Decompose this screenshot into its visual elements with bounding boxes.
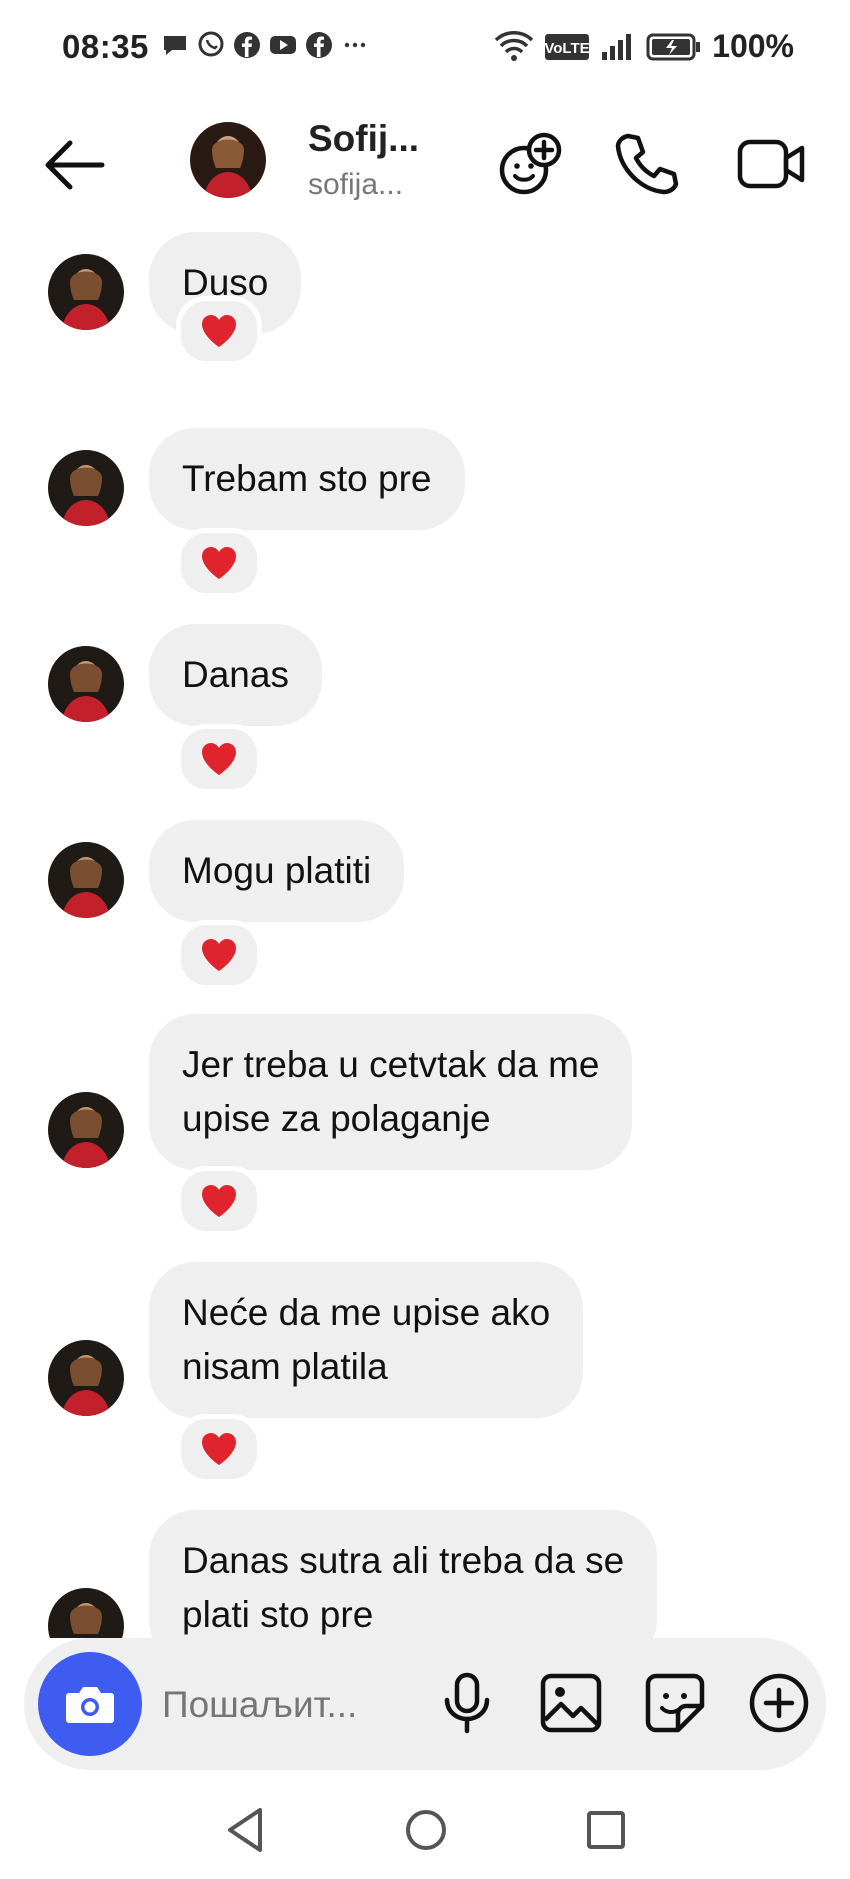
video-camera-icon[interactable] [736, 128, 808, 200]
recents-square-icon[interactable] [578, 1802, 634, 1858]
heart-icon [202, 547, 236, 579]
sender-avatar[interactable] [48, 646, 124, 722]
signal-icon [602, 33, 632, 60]
svg-text:VoLTE: VoLTE [545, 40, 590, 57]
heart-reaction[interactable] [176, 1414, 262, 1484]
message-list[interactable]: Duso Trebam sto pre Danas Mogu platiti J… [0, 232, 850, 1638]
plus-icon[interactable] [746, 1670, 812, 1736]
gallery-icon[interactable] [538, 1670, 604, 1736]
message-bubble[interactable]: Mogu platiti [149, 820, 405, 922]
system-nav-bar [0, 1790, 850, 1879]
heart-reaction[interactable] [176, 724, 262, 794]
message-bubble[interactable]: Jer treba u cetvtak da me upise za polag… [149, 1014, 633, 1170]
sender-avatar[interactable] [48, 1588, 124, 1638]
sender-avatar[interactable] [48, 450, 124, 526]
camera-button[interactable] [38, 1652, 142, 1756]
heart-icon [202, 1185, 236, 1217]
heart-icon [202, 939, 236, 971]
add-people-icon[interactable] [494, 128, 566, 200]
sender-avatar[interactable] [48, 1092, 124, 1168]
status-right: VoLTE 100% [494, 28, 794, 65]
home-circle-icon[interactable] [398, 1802, 454, 1858]
more-dots-icon [344, 42, 366, 48]
heart-reaction[interactable] [176, 296, 262, 366]
heart-reaction[interactable] [176, 1166, 262, 1236]
message-input[interactable] [160, 1678, 434, 1732]
sender-avatar[interactable] [48, 842, 124, 918]
phone-icon[interactable] [610, 128, 682, 200]
back-triangle-icon[interactable] [218, 1802, 274, 1858]
sticker-icon[interactable] [642, 1670, 708, 1736]
status-time: 08:35 [62, 28, 149, 65]
message-bubble[interactable]: Trebam sto pre [149, 428, 465, 530]
facebook-icon [234, 32, 260, 58]
microphone-icon[interactable] [434, 1670, 500, 1736]
camera-icon [66, 1687, 114, 1723]
message-composer [24, 1638, 826, 1770]
battery-icon [646, 33, 701, 60]
contact-avatar[interactable] [190, 122, 266, 198]
viber-icon [198, 31, 224, 57]
message-bubble[interactable]: Neće da me upise ako nisam platila [149, 1262, 584, 1418]
heart-icon [202, 1433, 236, 1465]
heart-icon [202, 743, 236, 775]
message-bubble[interactable]: Danas [149, 624, 322, 726]
battery-percent: 100% [712, 28, 794, 64]
sender-avatar[interactable] [48, 1340, 124, 1416]
contact-name[interactable]: Sofij... [308, 118, 419, 160]
message-icon [164, 36, 186, 55]
sender-avatar[interactable] [48, 254, 124, 330]
heart-icon [202, 315, 236, 347]
volte-badge: VoLTE [545, 33, 590, 60]
contact-handle[interactable]: sofija... [308, 168, 403, 202]
notification-icons [160, 30, 370, 60]
heart-reaction[interactable] [176, 528, 262, 598]
status-bar: 08:35 VoLTE 100% [0, 0, 850, 100]
youtube-icon [270, 36, 296, 54]
chat-header: Sofij... sofija... [0, 100, 850, 230]
heart-reaction[interactable] [176, 920, 262, 990]
back-arrow-icon[interactable] [40, 135, 110, 195]
message-bubble[interactable]: Danas sutra ali treba da se plati sto pr… [149, 1510, 658, 1638]
facebook-icon [306, 32, 332, 58]
wifi-icon [494, 30, 534, 61]
